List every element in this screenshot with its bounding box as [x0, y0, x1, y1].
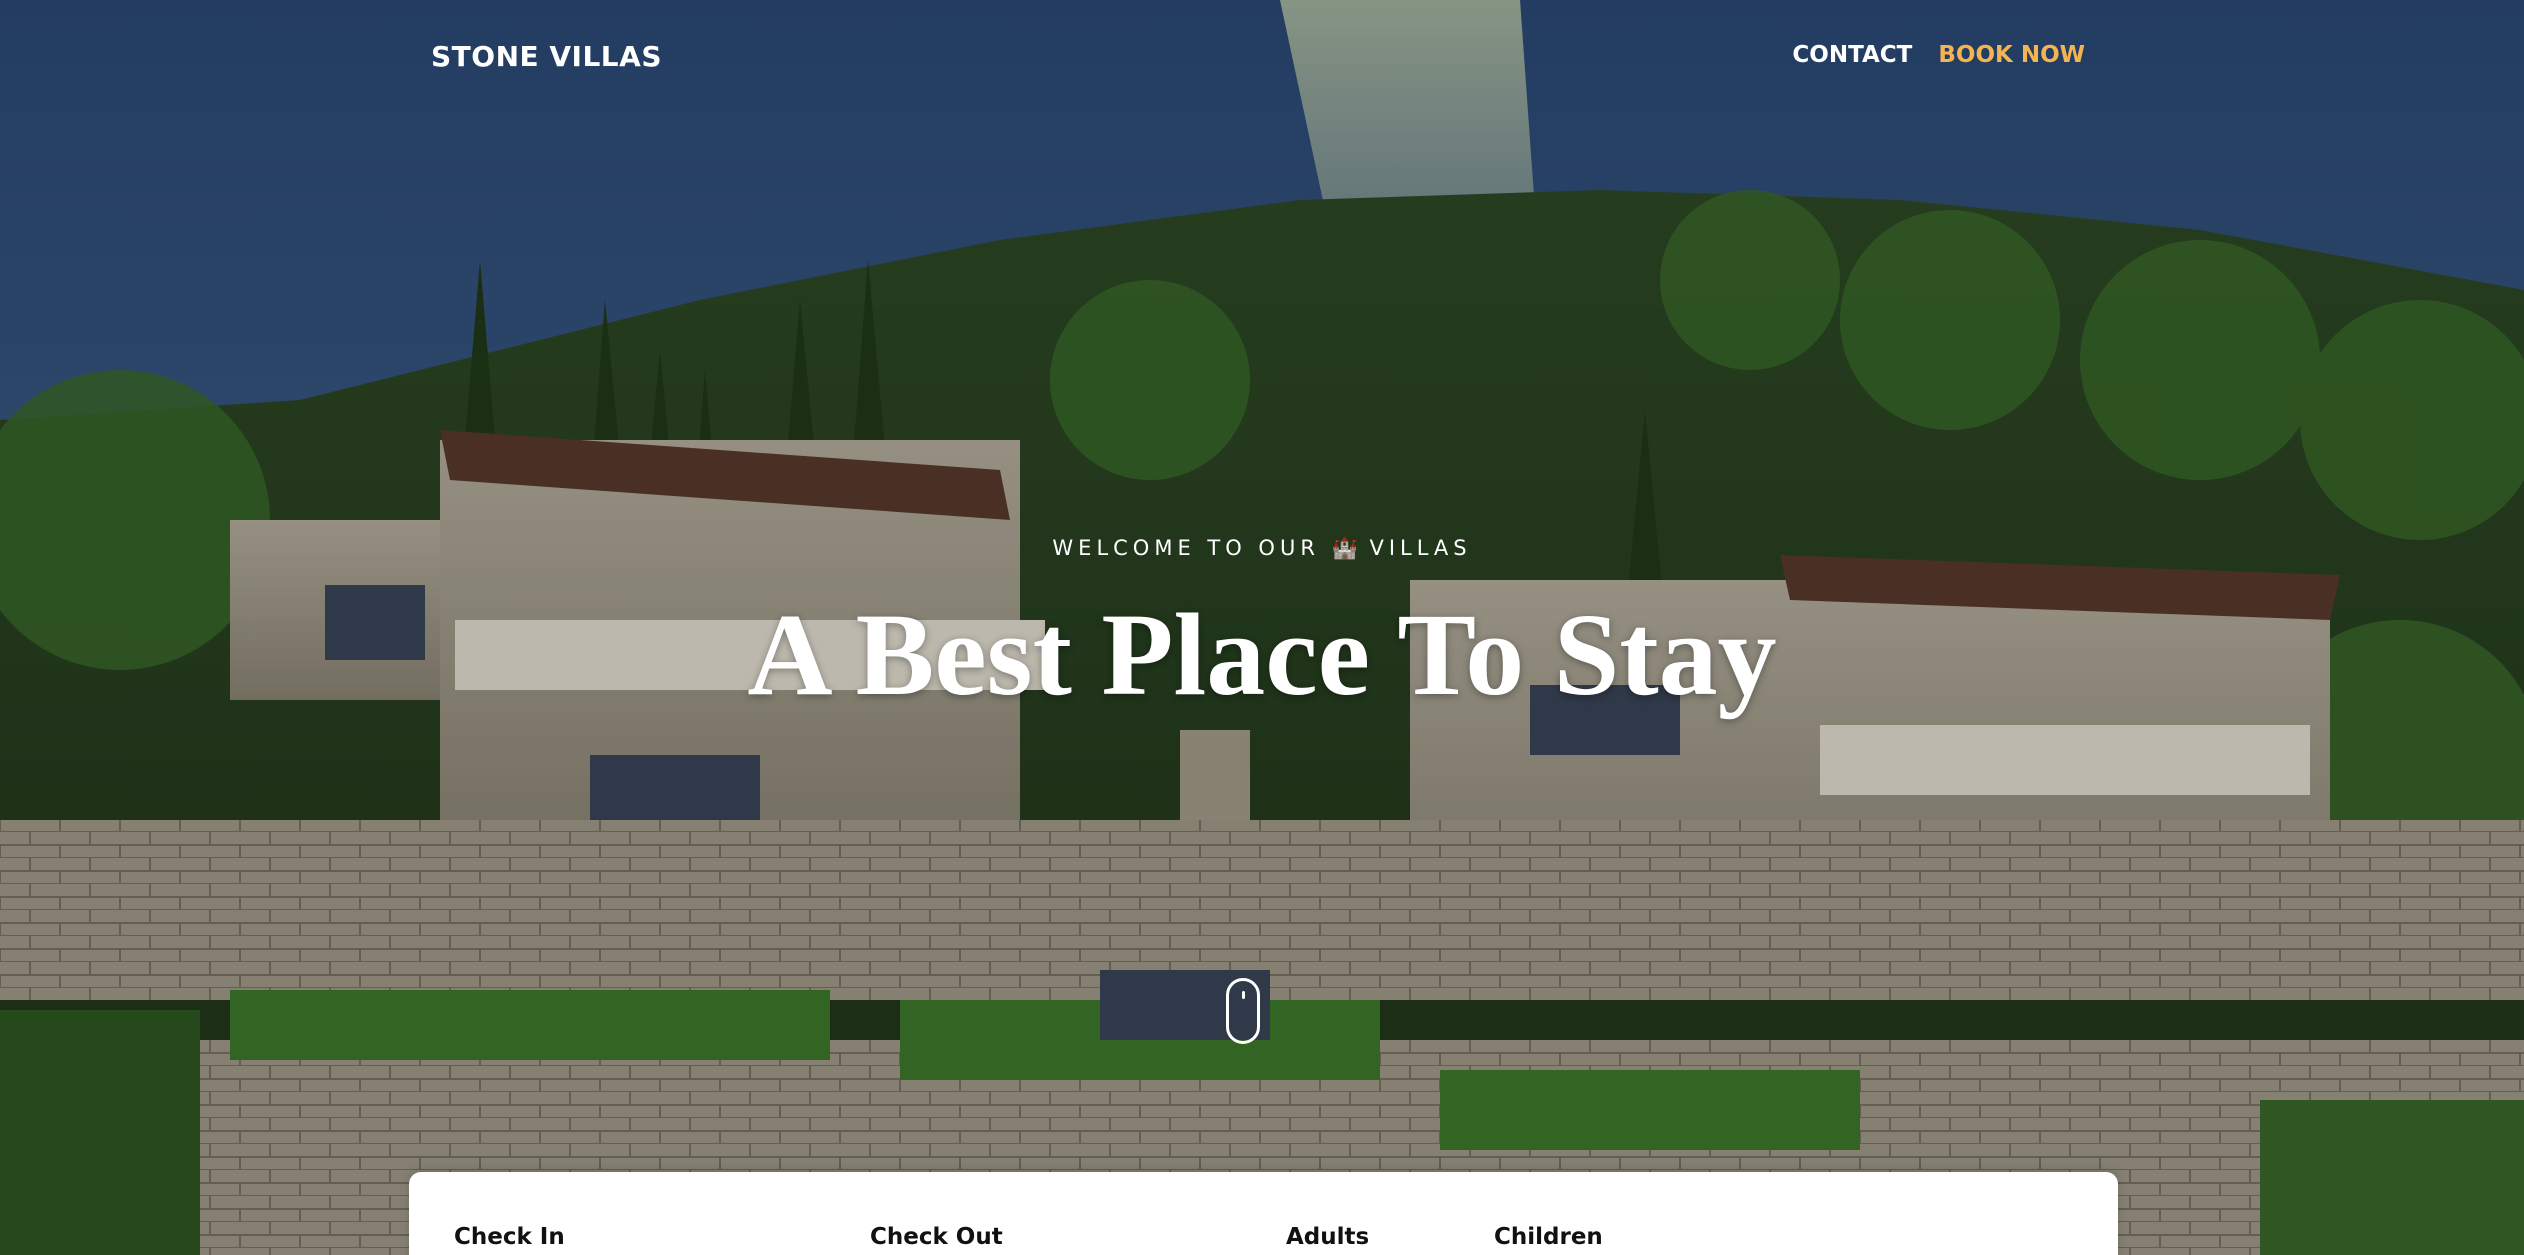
scroll-mouse-icon[interactable]: [1226, 978, 1260, 1044]
nav-link-contact[interactable]: CONTACT: [1792, 42, 1912, 68]
navbar: STONE VILLAS CONTACT BOOK NOW: [431, 34, 2085, 84]
adults-label: Adults: [1286, 1224, 1370, 1250]
welcome-suffix: VILLAS: [1369, 536, 1472, 560]
booking-form: Check In Check Out Adults Children: [409, 1172, 2118, 1255]
children-label: Children: [1494, 1224, 1603, 1250]
nav-link-book-now[interactable]: BOOK NOW: [1938, 42, 2085, 68]
castle-icon: 🏰: [1331, 536, 1358, 560]
hero-section: STONE VILLAS CONTACT BOOK NOW WELCOME TO…: [0, 0, 2524, 1255]
welcome-tagline: WELCOME TO OUR 🏰 VILLAS: [0, 536, 2524, 561]
scroll-wheel: [1242, 991, 1245, 999]
nav-links: CONTACT BOOK NOW: [1792, 42, 2085, 68]
brand-logo[interactable]: STONE VILLAS: [431, 40, 662, 73]
check-in-label: Check In: [454, 1224, 565, 1250]
check-out-label: Check Out: [870, 1224, 1003, 1250]
hero-headline: A Best Place To Stay: [747, 589, 1777, 720]
welcome-prefix: WELCOME TO OUR: [1052, 536, 1320, 560]
